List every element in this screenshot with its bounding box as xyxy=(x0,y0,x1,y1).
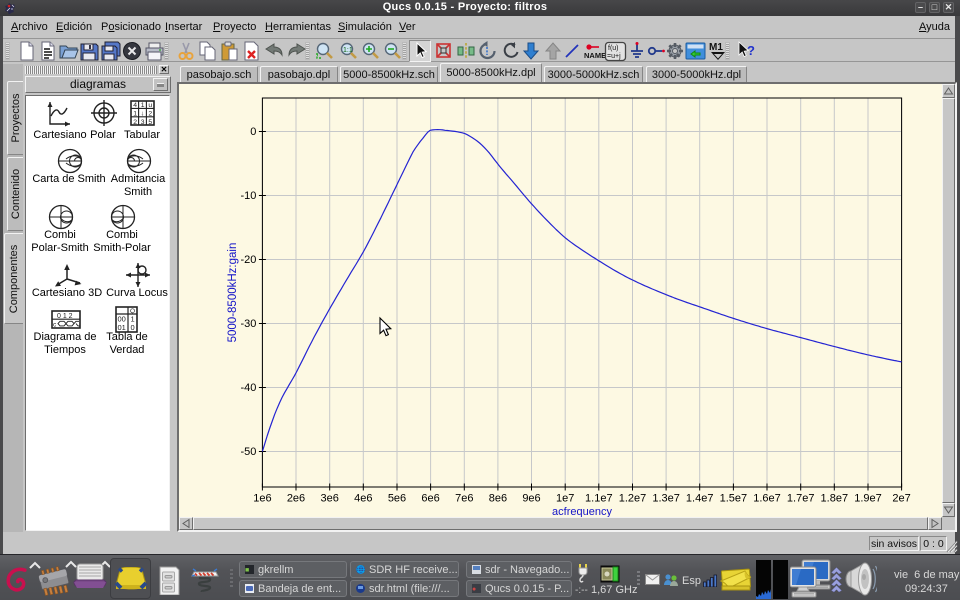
svg-text:acfrequency: acfrequency xyxy=(552,506,612,517)
svg-text:5e6: 5e6 xyxy=(388,493,406,505)
svg-text:u: u xyxy=(148,102,152,109)
svg-text:-50: -50 xyxy=(240,446,256,458)
svg-text:1.9e7: 1.9e7 xyxy=(854,493,882,505)
svg-text:1.8e7: 1.8e7 xyxy=(821,493,849,505)
svg-text:-40: -40 xyxy=(240,382,256,394)
svg-text:1: 1 xyxy=(133,110,137,117)
svg-text:2: 2 xyxy=(133,119,137,126)
svg-text:NAME: NAME xyxy=(584,51,606,60)
svg-text:3e6: 3e6 xyxy=(321,493,339,505)
svg-text:0 1 2: 0 1 2 xyxy=(57,313,73,320)
svg-text:2e7: 2e7 xyxy=(892,493,910,505)
svg-text:4: 4 xyxy=(133,102,137,109)
svg-text:M1: M1 xyxy=(709,42,723,53)
svg-text:0: 0 xyxy=(131,323,135,332)
svg-text:1: 1 xyxy=(141,102,145,109)
svg-text:6e6: 6e6 xyxy=(421,493,439,505)
svg-text:9e6: 9e6 xyxy=(522,493,540,505)
svg-text:?: ? xyxy=(747,43,755,58)
svg-text:3: 3 xyxy=(141,119,145,126)
svg-text:2: 2 xyxy=(148,110,152,117)
svg-text:1.6e7: 1.6e7 xyxy=(753,493,781,505)
svg-text:8e6: 8e6 xyxy=(489,493,507,505)
svg-text:=u+j: =u+j xyxy=(607,53,621,60)
svg-text:5000-8500kHz:gain: 5000-8500kHz:gain xyxy=(227,243,239,343)
svg-text:2e6: 2e6 xyxy=(287,493,305,505)
svg-text:1.5e7: 1.5e7 xyxy=(720,493,748,505)
svg-text:4e6: 4e6 xyxy=(354,493,372,505)
svg-text:1e6: 1e6 xyxy=(253,493,271,505)
svg-text:1.2e7: 1.2e7 xyxy=(619,493,647,505)
svg-text:-20: -20 xyxy=(240,254,256,266)
svg-text:1e7: 1e7 xyxy=(556,493,574,505)
svg-text:1.1e7: 1.1e7 xyxy=(585,493,613,505)
svg-text:f(u): f(u) xyxy=(608,45,619,52)
svg-text:1.4e7: 1.4e7 xyxy=(686,493,714,505)
svg-text:1.7e7: 1.7e7 xyxy=(787,493,815,505)
svg-text:-30: -30 xyxy=(240,318,256,330)
svg-text:-10: -10 xyxy=(240,190,256,202)
svg-text:01: 01 xyxy=(118,323,126,332)
svg-text:1:1: 1:1 xyxy=(343,47,353,54)
svg-text:1.3e7: 1.3e7 xyxy=(652,493,680,505)
svg-text:↓: ↓ xyxy=(141,110,144,117)
svg-text:7e6: 7e6 xyxy=(455,493,473,505)
svg-text:5: 5 xyxy=(148,119,152,126)
svg-text:0: 0 xyxy=(250,126,256,138)
